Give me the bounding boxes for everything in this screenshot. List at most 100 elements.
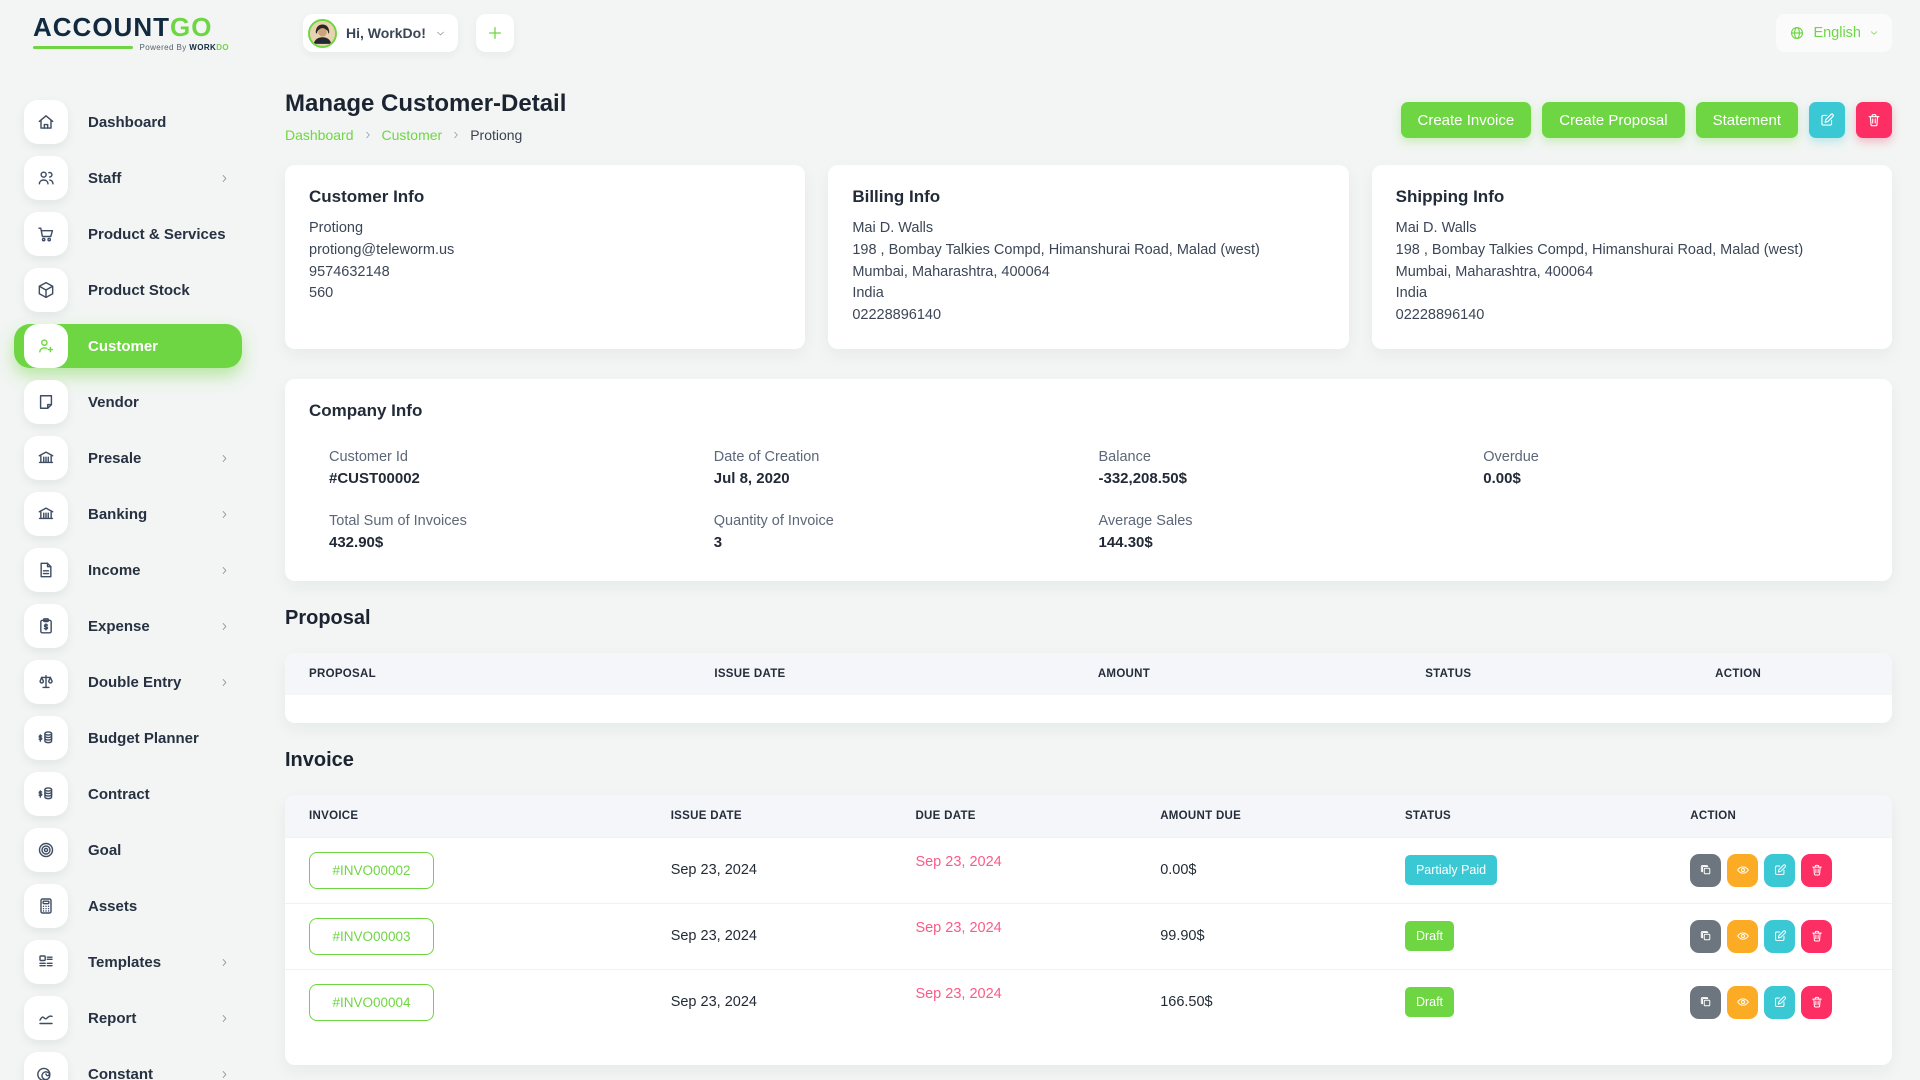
billing-info-line: 02228896140 <box>852 305 1324 327</box>
row-actions <box>1690 986 1868 1019</box>
column-header-amount-due: AMOUNT DUE <box>1160 810 1405 822</box>
sidebar-item-templates[interactable]: Templates <box>14 940 242 984</box>
sidebar-item-label: Expense <box>88 618 150 635</box>
edit-icon <box>1819 112 1835 128</box>
delete-customer-button[interactable] <box>1856 102 1892 138</box>
invoice-number-link[interactable]: #INVO00004 <box>309 984 434 1021</box>
sidebar-item-expense[interactable]: Expense <box>14 604 242 648</box>
sidebar-item-customer[interactable]: Customer <box>14 324 242 368</box>
sidebar-item-assets[interactable]: Assets <box>14 884 242 928</box>
duplicate-button[interactable] <box>1690 854 1721 887</box>
billing-info-line: Mai D. Walls <box>852 218 1324 240</box>
sidebar-item-presale[interactable]: Presale <box>14 436 242 480</box>
language-selector[interactable]: English <box>1776 14 1892 52</box>
duplicate-button[interactable] <box>1690 986 1721 1019</box>
sidebar-item-label: Presale <box>88 450 141 467</box>
invoice-number-cell: #INVO00003 <box>309 918 671 955</box>
invoice-row: #INVO00002Sep 23, 2024Sep 23, 20240.00$P… <box>285 837 1892 903</box>
sidebar-item-staff[interactable]: Staff <box>14 156 242 200</box>
sidebar-item-double-entry[interactable]: Double Entry <box>14 660 242 704</box>
status-badge: Partialy Paid <box>1405 855 1497 885</box>
shipping-info-card: Shipping InfoMai D. Walls198 , Bombay Ta… <box>1372 165 1892 349</box>
sidebar-item-constant[interactable]: Constant <box>14 1052 242 1080</box>
target-icon <box>24 828 68 872</box>
customer-info-line: protiong@teleworm.us <box>309 240 781 262</box>
sidebar-item-dashboard[interactable]: Dashboard <box>14 100 242 144</box>
company-field-balance: Balance-332,208.50$ <box>1099 449 1484 487</box>
company-field-overdue: Overdue0.00$ <box>1483 449 1868 487</box>
field-label: Overdue <box>1483 449 1868 465</box>
info-cards-row: Customer InfoProtiongprotiong@teleworm.u… <box>285 165 1892 349</box>
due-date-cell: Sep 23, 2024 <box>915 861 1160 879</box>
quick-add-button[interactable] <box>476 14 514 52</box>
chevron-right-icon <box>219 1069 230 1080</box>
breadcrumb-dashboard[interactable]: Dashboard <box>285 127 354 143</box>
proposal-table: PROPOSALISSUE DATEAMOUNTSTATUSACTION <box>285 653 1892 723</box>
sidebar-item-goal[interactable]: Goal <box>14 828 242 872</box>
status-cell: Draft <box>1405 921 1690 951</box>
customer-info-card: Customer InfoProtiongprotiong@teleworm.u… <box>285 165 805 349</box>
breadcrumb-protiong: Protiong <box>470 127 522 143</box>
due-date: Sep 23, 2024 <box>915 854 1001 870</box>
view-button[interactable] <box>1727 920 1758 953</box>
cart-icon <box>24 212 68 256</box>
edit-button[interactable] <box>1764 920 1795 953</box>
field-value: 432.90$ <box>329 534 714 551</box>
sidebar-item-product-stock[interactable]: Product Stock <box>14 268 242 312</box>
copy-icon <box>1699 929 1713 943</box>
sidebar-item-label: Vendor <box>88 394 139 411</box>
view-button[interactable] <box>1727 986 1758 1019</box>
invoice-number-link[interactable]: #INVO00002 <box>309 852 434 889</box>
sidebar-item-vendor[interactable]: Vendor <box>14 380 242 424</box>
sidebar-item-budget-planner[interactable]: Budget Planner <box>14 716 242 760</box>
sidebar-nav: Dashboard Staff Product & Services Product … <box>0 100 270 1080</box>
delete-button[interactable] <box>1801 920 1832 953</box>
field-value: #CUST00002 <box>329 470 714 487</box>
company-info-grid: Customer Id#CUST00002Date of CreationJul… <box>285 449 1892 551</box>
company-info-title: Company Info <box>285 401 1892 421</box>
column-header-proposal: PROPOSAL <box>309 668 714 680</box>
proposal-heading: Proposal <box>285 607 1892 630</box>
create-proposal-button[interactable]: Create Proposal <box>1542 102 1684 138</box>
sidebar-item-label: Assets <box>88 898 137 915</box>
sidebar-item-banking[interactable]: Banking <box>14 492 242 536</box>
language-label: English <box>1813 25 1861 41</box>
sidebar-item-report[interactable]: Report <box>14 996 242 1040</box>
field-label: Total Sum of Invoices <box>329 513 714 529</box>
invoice-number-cell: #INVO00004 <box>309 984 671 1021</box>
delete-button[interactable] <box>1801 986 1832 1019</box>
brand-underline <box>33 46 133 49</box>
create-invoice-button[interactable]: Create Invoice <box>1401 102 1532 138</box>
customer-info-line: 560 <box>309 283 781 305</box>
sidebar-item-product-services[interactable]: Product & Services <box>14 212 242 256</box>
view-button[interactable] <box>1727 854 1758 887</box>
sidebar-item-label: Constant <box>88 1066 153 1080</box>
column-header-action: ACTION <box>1715 668 1868 680</box>
shipping-info-line: Mai D. Walls <box>1396 218 1868 240</box>
field-label: Date of Creation <box>714 449 1099 465</box>
sidebar-item-label: Double Entry <box>88 674 181 691</box>
shipping-info-line: India <box>1396 283 1868 305</box>
user-menu[interactable]: Hi, WorkDo! <box>303 14 458 52</box>
coins-icon <box>24 716 68 760</box>
edit-button[interactable] <box>1764 986 1795 1019</box>
duplicate-button[interactable] <box>1690 920 1721 953</box>
breadcrumb-customer[interactable]: Customer <box>382 127 443 143</box>
invoice-number-link[interactable]: #INVO00003 <box>309 918 434 955</box>
delete-button[interactable] <box>1801 854 1832 887</box>
user-greeting: Hi, WorkDo! <box>346 25 426 41</box>
statement-button[interactable]: Statement <box>1696 102 1798 138</box>
bank-icon <box>24 492 68 536</box>
edit-customer-button[interactable] <box>1809 102 1845 138</box>
chevron-right-icon <box>219 621 230 632</box>
chevron-down-icon <box>1869 28 1879 38</box>
field-value: Jul 8, 2020 <box>714 470 1099 487</box>
invoice-row: #INVO00004Sep 23, 2024Sep 23, 2024166.50… <box>285 969 1892 1035</box>
sidebar-item-contract[interactable]: Contract <box>14 772 242 816</box>
edit-button[interactable] <box>1764 854 1795 887</box>
sidebar-item-label: Product Stock <box>88 282 190 299</box>
amount-due: 99.90$ <box>1160 928 1405 944</box>
sidebar-item-income[interactable]: Income <box>14 548 242 592</box>
home-icon <box>24 100 68 144</box>
brand-logo[interactable]: ACCOUNTGO Powered By WORKDO <box>33 14 275 52</box>
